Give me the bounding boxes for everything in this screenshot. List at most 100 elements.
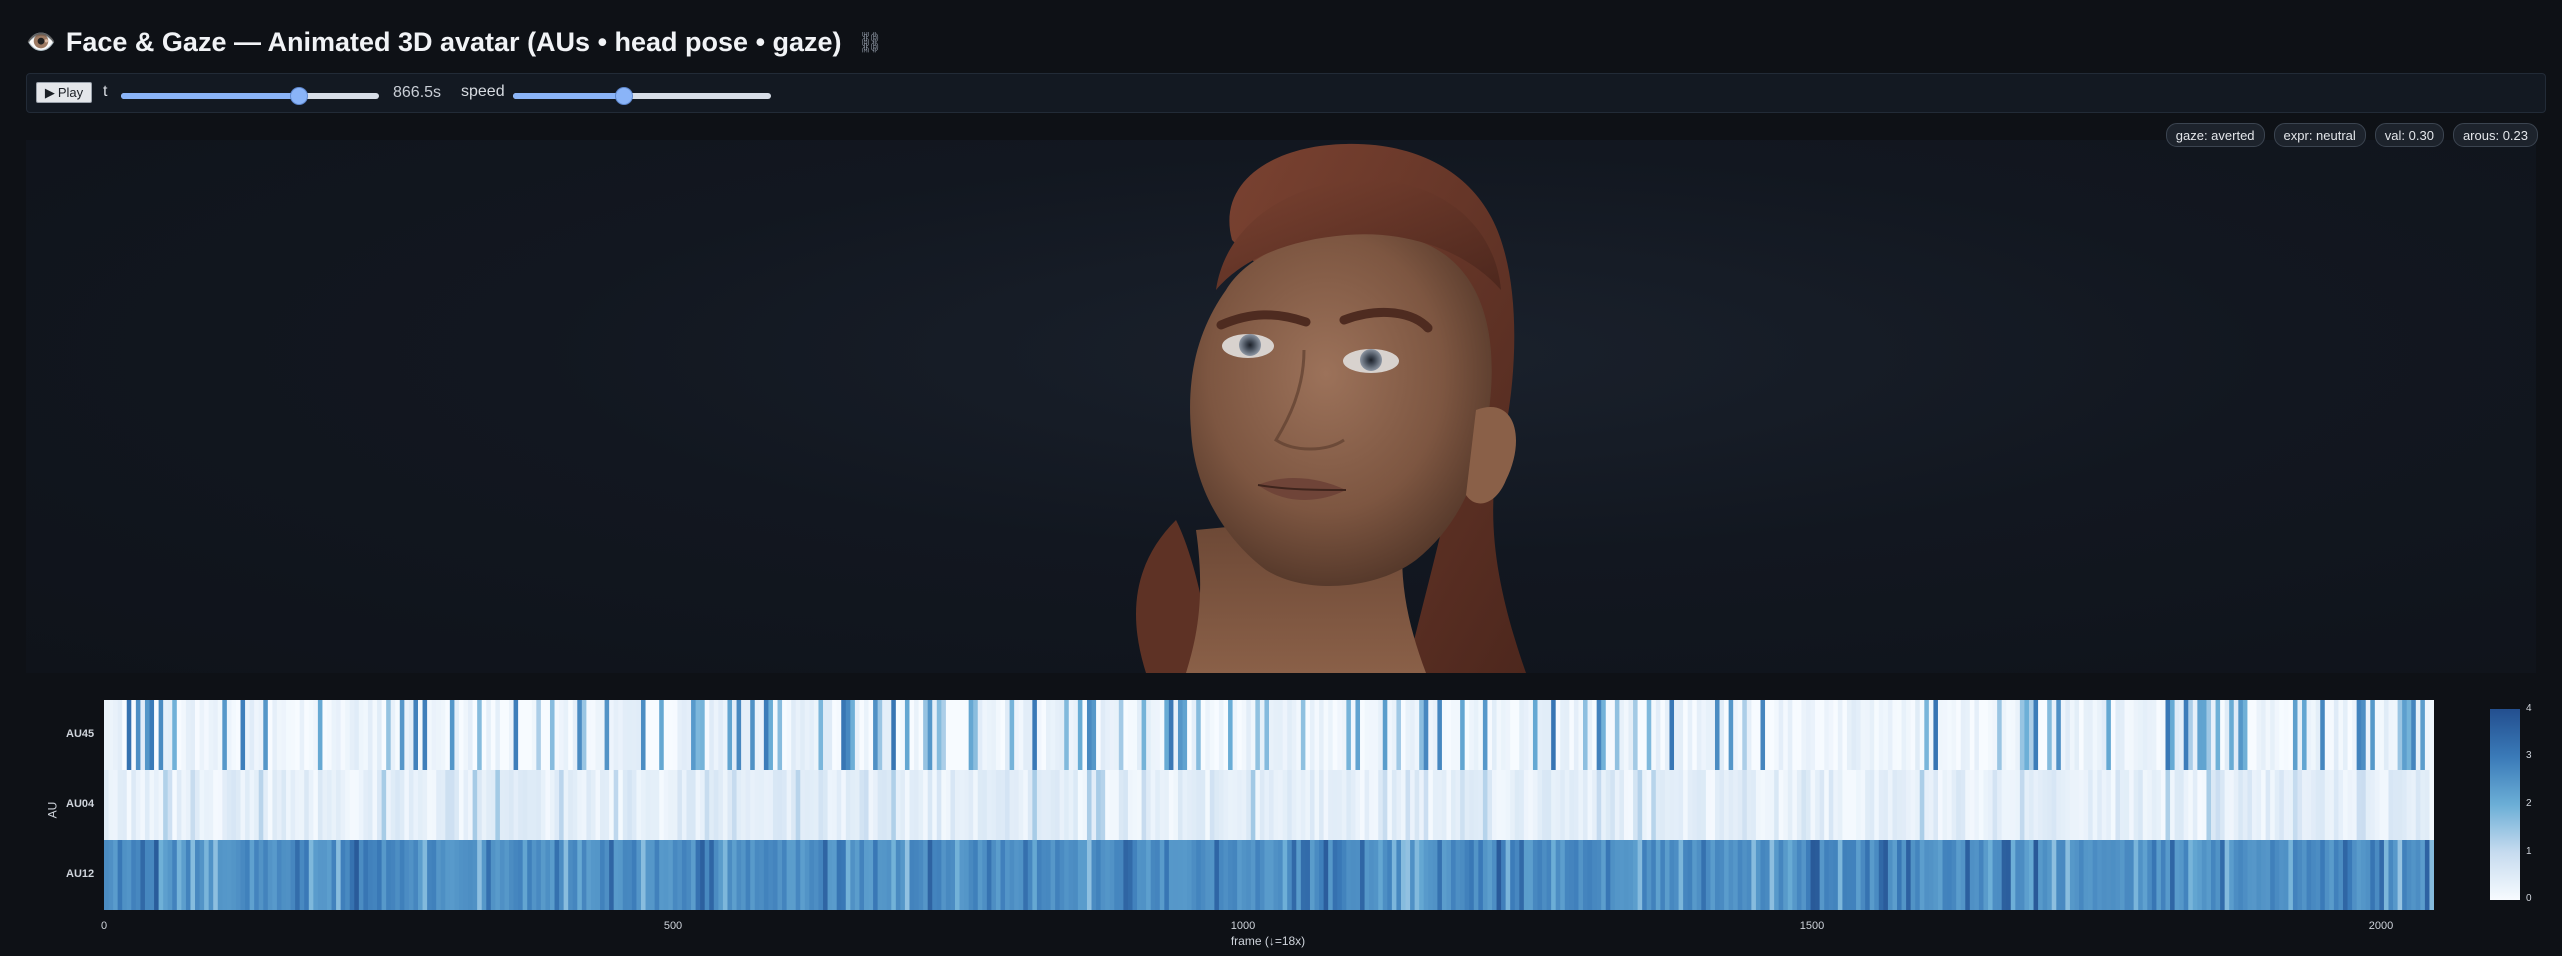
heatmap-cell-au45: [536, 700, 542, 770]
heatmap-cell-au45: [1974, 700, 1980, 770]
heatmap-cell-au12: [1300, 840, 1307, 910]
heatmap-cell-au12: [1696, 840, 1702, 910]
heatmap-cell-au04: [181, 770, 187, 840]
heatmap-cell-au04: [868, 770, 874, 840]
heatmap-cell-au45: [1892, 700, 1898, 770]
heatmap-cell-au45: [1237, 700, 1243, 770]
heatmap-cell-au04: [1596, 770, 1602, 840]
heatmap-cell-au45: [317, 700, 324, 770]
heatmap-cell-au45: [1118, 700, 1124, 770]
heatmap-cell-au12: [468, 840, 474, 910]
heatmap-cell-au12: [581, 840, 587, 910]
heatmap-cell-au04: [618, 770, 624, 840]
heatmap-cell-au12: [367, 840, 374, 910]
avatar-3d-viewport[interactable]: [26, 140, 2536, 674]
heatmap-cell-au12: [1437, 840, 1443, 910]
heatmap-cell-au04: [2097, 770, 2103, 840]
heatmap-cell-au45: [891, 700, 897, 770]
heatmap-cell-au12: [2279, 840, 2285, 910]
heatmap-cell-au12: [240, 840, 246, 910]
heatmap-cell-au45: [1082, 700, 1088, 770]
heatmap-cell-au04: [1364, 770, 1370, 840]
heatmap-cell-au12: [1760, 840, 1766, 910]
heatmap-cell-au04: [2324, 770, 2330, 840]
heatmap-cell-au45: [691, 700, 697, 770]
heatmap-cell-au45: [358, 700, 364, 770]
heatmap-cell-au04: [1200, 770, 1206, 840]
heatmap-cell-au04: [299, 770, 305, 840]
heatmap-cell-au04: [509, 770, 515, 840]
heatmap-cell-au04: [1232, 770, 1238, 840]
heatmap-cell-au12: [1719, 840, 1725, 910]
heatmap-cell-au04: [431, 770, 437, 840]
heatmap-cell-au12: [1746, 840, 1752, 910]
heatmap-cell-au12: [677, 840, 683, 910]
heatmap-cell-au45: [1487, 700, 1493, 770]
heatmap-cell-au45: [372, 700, 378, 770]
heatmap-cell-au04: [2129, 770, 2135, 840]
heatmap-cell-au45: [1969, 700, 1975, 770]
heatmap-cell-au12: [1168, 840, 1175, 910]
heatmap-cell-au45: [1619, 700, 1625, 770]
heatmap-cell-au45: [263, 700, 269, 770]
heatmap-cell-au12: [1441, 840, 1448, 910]
heatmap-cell-au04: [873, 770, 879, 840]
heatmap-cell-au04: [1960, 770, 1966, 840]
heatmap-cell-au04: [709, 770, 715, 840]
play-button[interactable]: ▶ Play: [36, 82, 92, 103]
heatmap-cell-au45: [1005, 700, 1011, 770]
heatmap-cell-au45: [1751, 700, 1757, 770]
heatmap-cell-au12: [2370, 840, 2376, 910]
colorbar: [2490, 709, 2520, 900]
heatmap-cell-au12: [440, 840, 446, 910]
heatmap-cell-au45: [2151, 700, 2157, 770]
heatmap-cell-au12: [2397, 840, 2403, 910]
heatmap-cell-au04: [1805, 770, 1812, 840]
au-heatmap[interactable]: [104, 700, 2434, 910]
heatmap-cell-au04: [418, 770, 424, 840]
heatmap-cell-au12: [181, 840, 187, 910]
heatmap-cell-au45: [763, 700, 770, 770]
link-icon[interactable]: ⛓: [858, 30, 883, 55]
heatmap-cell-au04: [1036, 770, 1043, 840]
arousal-badge: arous: 0.23: [2452, 123, 2538, 147]
heatmap-cell-au12: [1828, 840, 1834, 910]
heatmap-cell-au04: [295, 770, 301, 840]
heatmap-cell-au04: [1127, 770, 1134, 840]
heatmap-cell-au45: [2420, 700, 2426, 770]
heatmap-cell-au12: [1132, 840, 1138, 910]
heatmap-cell-au45: [1269, 700, 1275, 770]
heatmap-cell-au12: [995, 840, 1002, 910]
heatmap-cell-au12: [1901, 840, 1907, 910]
heatmap-cell-au45: [1587, 700, 1593, 770]
heatmap-cell-au45: [235, 700, 242, 770]
row-label-au45: AU45: [66, 728, 95, 740]
heatmap-cell-au45: [1460, 700, 1466, 770]
heatmap-cell-au45: [772, 700, 779, 770]
heatmap-cell-au45: [2106, 700, 2112, 770]
heatmap-cell-au12: [713, 840, 719, 910]
heatmap-cell-au04: [2047, 770, 2053, 840]
speed-slider[interactable]: [513, 88, 771, 104]
heatmap-cell-au04: [1278, 770, 1284, 840]
heatmap-cell-au12: [704, 840, 710, 910]
heatmap-cell-au45: [2092, 700, 2098, 770]
heatmap-cell-au04: [131, 770, 137, 840]
heatmap-cell-au04: [1532, 770, 1539, 840]
speed-slider-handle[interactable]: [615, 88, 632, 104]
heatmap-cell-au04: [308, 770, 314, 840]
heatmap-cell-au04: [2038, 770, 2044, 840]
heatmap-cell-au12: [495, 840, 501, 910]
heatmap-cell-au12: [977, 840, 983, 910]
heatmap-cell-au45: [1605, 700, 1611, 770]
heatmap-cell-au45: [1542, 700, 1548, 770]
heatmap-cell-au04: [1501, 770, 1507, 840]
heatmap-cell-au04: [1551, 770, 1557, 840]
time-slider[interactable]: [121, 88, 379, 104]
heatmap-cell-au45: [2288, 700, 2294, 770]
heatmap-cell-au45: [1091, 700, 1097, 770]
heatmap-cell-au04: [313, 770, 319, 840]
heatmap-cell-au04: [732, 770, 738, 840]
time-slider-handle[interactable]: [291, 88, 308, 104]
heatmap-cell-au04: [1642, 770, 1648, 840]
